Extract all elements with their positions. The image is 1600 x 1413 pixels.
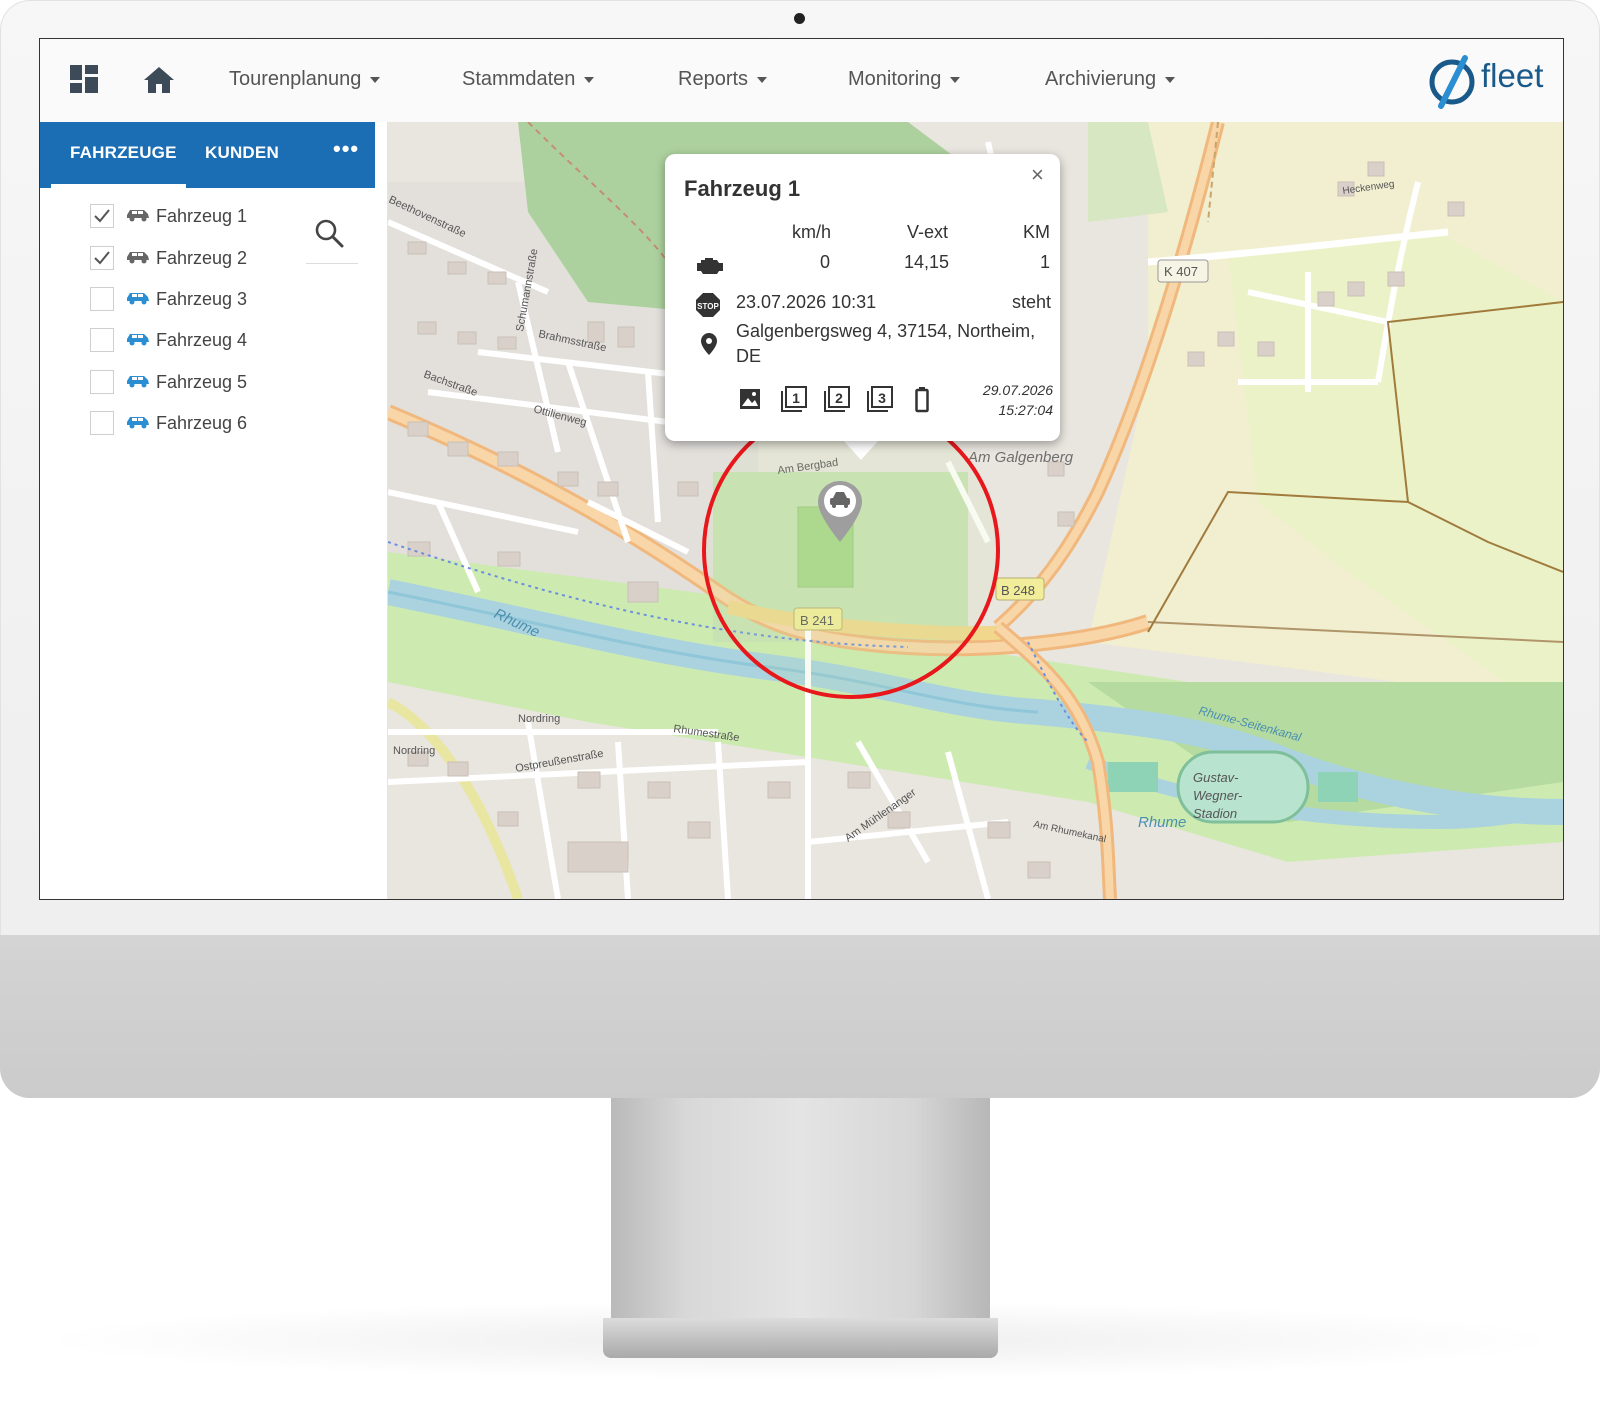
- vehicle-info-popup: Fahrzeug 1 × km/h V-ext KM 0 14,15 1 STO…: [665, 154, 1060, 441]
- svg-text:3: 3: [878, 390, 886, 406]
- vehicle-label: Fahrzeug 5: [156, 372, 248, 392]
- location-pin-icon: [701, 333, 717, 360]
- value-vext: 14,15: [904, 252, 950, 272]
- vehicle-label: Fahrzeug 6: [156, 413, 248, 433]
- car-icon-blue: [126, 291, 150, 310]
- stop-sign-icon: STOP: [695, 292, 721, 323]
- label-stadion-3: Stadion: [1193, 806, 1237, 821]
- home-icon[interactable]: [143, 66, 175, 99]
- vehicle-row-3[interactable]: Fahrzeug 3: [90, 285, 330, 315]
- engine-icon: [695, 256, 725, 281]
- tab-kunden[interactable]: KUNDEN: [205, 143, 279, 163]
- popup-close-button[interactable]: ×: [1031, 162, 1044, 188]
- more-options-button[interactable]: •••: [333, 136, 359, 162]
- label-k407: K 407: [1164, 264, 1198, 279]
- vehicle-label: Fahrzeug 2: [156, 248, 248, 268]
- svg-text:1: 1: [792, 390, 800, 406]
- nav-stammdaten[interactable]: Stammdaten: [462, 68, 595, 91]
- caret-down-icon: [370, 76, 381, 83]
- search-icon[interactable]: [314, 218, 344, 253]
- vehicle-row-5[interactable]: Fahrzeug 5: [90, 368, 330, 398]
- caret-down-icon: [1165, 76, 1176, 83]
- vehicle-checkbox-4[interactable]: [90, 328, 114, 352]
- vehicle-label: Fahrzeug 1: [156, 206, 248, 226]
- caret-down-icon: [757, 76, 768, 83]
- nav-archivierung[interactable]: Archivierung: [1045, 68, 1176, 91]
- active-tab-indicator: [51, 184, 186, 188]
- caret-down-icon: [950, 76, 961, 83]
- vehicle-label: Fahrzeug 3: [156, 289, 248, 309]
- app-screen: Tourenplanung Stammdaten Reports Monitor…: [39, 38, 1564, 900]
- svg-text:STOP: STOP: [697, 302, 719, 311]
- label-b248: B 248: [1001, 583, 1035, 598]
- vehicle-row-1[interactable]: Fahrzeug 1: [90, 202, 330, 232]
- camera-dot: [794, 13, 805, 24]
- car-icon-gray: [126, 250, 150, 269]
- car-icon-blue: [126, 332, 150, 351]
- last-update-time: 15:27:04: [998, 402, 1054, 418]
- label-nordring-west: Nordring: [393, 745, 435, 757]
- caret-down-icon: [584, 76, 595, 83]
- channel-1-icon[interactable]: 1: [781, 386, 807, 417]
- fleet-logo-text: fleet: [1481, 57, 1544, 94]
- monitor-stand: [611, 1098, 990, 1328]
- nav-monitoring[interactable]: Monitoring: [848, 68, 961, 91]
- header-vext: V-ext: [907, 222, 949, 242]
- channel-3-icon[interactable]: 3: [867, 386, 893, 417]
- monitor-stand-base: [603, 1318, 998, 1358]
- channel-2-icon[interactable]: 2: [824, 386, 850, 417]
- header-km: KM: [1023, 222, 1050, 242]
- label-stadion-1: Gustav-: [1193, 770, 1239, 785]
- vehicle-checkbox-2[interactable]: [90, 246, 114, 270]
- car-icon-blue: [126, 374, 150, 393]
- label-am-galgenberg: Am Galgenberg: [967, 449, 1074, 466]
- vehicle-row-6[interactable]: Fahrzeug 6: [90, 409, 330, 439]
- address-line-2: DE: [736, 346, 762, 366]
- dashboard-icon[interactable]: [70, 65, 98, 98]
- car-icon-gray: [126, 208, 150, 227]
- popup-pointer: [843, 440, 879, 460]
- label-stadion-2: Wegner-: [1193, 788, 1243, 803]
- battery-icon: [915, 387, 929, 418]
- stop-timestamp: 23.07.2026 10:31: [736, 292, 877, 312]
- vehicle-checkbox-5[interactable]: [90, 370, 114, 394]
- label-nordring: Nordring: [518, 713, 560, 725]
- status-text: steht: [1012, 292, 1052, 312]
- last-update-date: 29.07.2026: [982, 382, 1053, 398]
- car-icon-blue: [126, 415, 150, 434]
- monitor-chin: [0, 935, 1600, 1098]
- value-speed: 0: [820, 252, 831, 272]
- popup-title: Fahrzeug 1: [684, 176, 801, 201]
- fleet-logo-icon: [1429, 55, 1475, 109]
- value-km: 1: [1040, 252, 1051, 272]
- sidebar-tabbar: FAHRZEUGE KUNDEN •••: [40, 122, 375, 188]
- nav-reports[interactable]: Reports: [678, 68, 768, 91]
- address-line-1: Galgenbergsweg 4, 37154, Northeim,: [736, 321, 1036, 341]
- nav-tourenplanung[interactable]: Tourenplanung: [229, 68, 381, 91]
- vehicle-label: Fahrzeug 4: [156, 330, 248, 350]
- vehicle-checkbox-6[interactable]: [90, 411, 114, 435]
- top-navbar: Tourenplanung Stammdaten Reports Monitor…: [40, 39, 1563, 123]
- svg-text:2: 2: [835, 390, 843, 406]
- header-speed: km/h: [792, 222, 832, 242]
- vehicle-sidebar: FAHRZEUGE KUNDEN ••• Fahrzeug 1 Fahrzeug …: [40, 122, 388, 899]
- tab-fahrzeuge[interactable]: FAHRZEUGE: [70, 143, 177, 163]
- vehicle-row-2[interactable]: Fahrzeug 2: [90, 244, 330, 274]
- vehicle-checkbox-3[interactable]: [90, 287, 114, 311]
- vehicle-row-4[interactable]: Fahrzeug 4: [90, 326, 330, 356]
- search-underline: [306, 263, 358, 264]
- image-icon[interactable]: [739, 388, 761, 415]
- label-rhume-south: Rhume: [1138, 814, 1186, 831]
- vehicle-checkbox-1[interactable]: [90, 204, 114, 228]
